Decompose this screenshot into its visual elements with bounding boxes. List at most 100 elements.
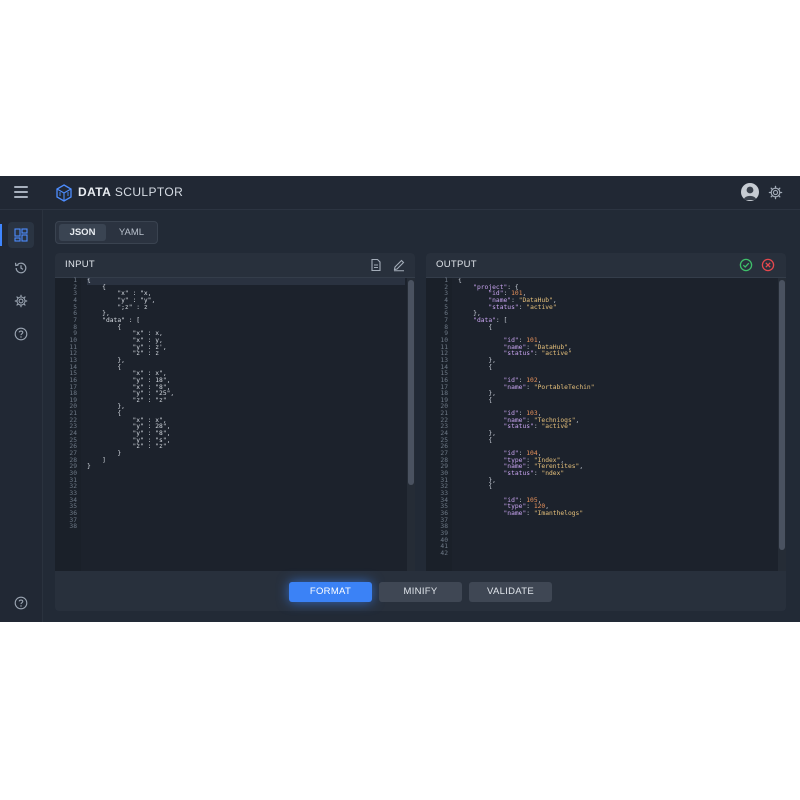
check-circle-icon[interactable] bbox=[739, 258, 753, 272]
action-bar: FORMAT MINIFY VALIDATE bbox=[55, 571, 786, 611]
code-line: { bbox=[87, 278, 405, 285]
minify-button[interactable]: MINIFY bbox=[379, 582, 462, 602]
line-number: 29 bbox=[69, 463, 77, 471]
output-editor[interactable]: 1 2 3 4 5 6 7 8 9 10 11 12 13 14 15 16 17 18 19 20 21 22 23 24 2… bbox=[426, 277, 786, 571]
line-number: 13 bbox=[69, 356, 77, 364]
code-line: "z" : z bbox=[87, 350, 160, 358]
line-number: 28 bbox=[440, 456, 448, 464]
document-icon[interactable] bbox=[369, 258, 383, 272]
line-number: 37 bbox=[69, 516, 77, 524]
line-number: 16 bbox=[440, 376, 448, 384]
line-number: 21 bbox=[440, 410, 448, 418]
rail-item-settings[interactable] bbox=[8, 288, 34, 314]
validate-button[interactable]: VALIDATE bbox=[469, 582, 552, 602]
tab-yaml[interactable]: YAML bbox=[108, 224, 155, 241]
user-avatar-icon[interactable] bbox=[741, 183, 759, 201]
rail-item-help-bottom[interactable] bbox=[8, 590, 34, 616]
input-editor[interactable]: 1 2 3 4 5 6 7 8 9 10 11 12 13 14 15 16 17 18 19 20 21 22 23 24 2… bbox=[55, 277, 415, 571]
line-number: 42 bbox=[440, 549, 448, 557]
line-number: 8 bbox=[444, 323, 448, 331]
line-number: 13 bbox=[440, 356, 448, 364]
output-scroll-thumb[interactable] bbox=[779, 280, 785, 550]
line-number: 3 bbox=[444, 290, 448, 298]
line-number: 33 bbox=[440, 490, 448, 497]
line-number: 5 bbox=[73, 303, 77, 311]
line-number: 14 bbox=[440, 363, 448, 371]
dashboard-icon bbox=[14, 228, 28, 242]
line-number: 11 bbox=[440, 343, 448, 351]
line-number: 22 bbox=[69, 416, 77, 424]
line-number: 38 bbox=[69, 523, 77, 531]
brand-bold: DATA bbox=[78, 185, 112, 199]
line-number: 18 bbox=[440, 390, 448, 398]
line-number: 23 bbox=[440, 423, 448, 431]
code-line: } bbox=[87, 450, 122, 458]
line-number: 4 bbox=[444, 296, 448, 304]
line-number: 20 bbox=[69, 403, 77, 411]
line-number: 14 bbox=[69, 363, 77, 371]
line-number: 29 bbox=[440, 463, 448, 471]
app-brand: DATA SCULPTOR bbox=[78, 185, 183, 199]
hamburger-menu-icon[interactable] bbox=[14, 186, 28, 198]
code-line: "z" : "z" bbox=[87, 396, 167, 404]
input-panel-title: INPUT bbox=[65, 259, 95, 270]
line-number: 17 bbox=[69, 383, 77, 391]
rail-item-history[interactable] bbox=[8, 255, 34, 281]
line-number: 35 bbox=[69, 503, 77, 511]
line-number: 18 bbox=[69, 390, 77, 398]
line-number: 41 bbox=[440, 543, 448, 551]
line-number: 22 bbox=[440, 416, 448, 424]
line-number: 34 bbox=[69, 496, 77, 504]
pencil-icon[interactable] bbox=[392, 258, 406, 272]
format-button[interactable]: FORMAT bbox=[289, 582, 372, 602]
line-number: 9 bbox=[444, 330, 448, 338]
rail-item-help[interactable] bbox=[8, 321, 34, 347]
rail-item-dashboard[interactable] bbox=[0, 222, 34, 248]
line-number: 11 bbox=[69, 343, 77, 351]
line-number: 19 bbox=[440, 396, 448, 404]
line-number: 19 bbox=[69, 396, 77, 404]
code-line: ] bbox=[87, 456, 106, 464]
input-scrollbar[interactable] bbox=[407, 278, 415, 571]
line-number: 12 bbox=[69, 350, 77, 358]
code-line: "data" : [ bbox=[87, 316, 141, 324]
line-number: 12 bbox=[440, 350, 448, 358]
code-line: "z" : "z" bbox=[87, 443, 167, 451]
output-panel-header: OUTPUT bbox=[426, 253, 786, 278]
line-number: 3 bbox=[73, 290, 77, 298]
input-panel-header: INPUT bbox=[55, 253, 415, 278]
top-bar: DATA SCULPTOR bbox=[0, 176, 800, 210]
tab-json[interactable]: JSON bbox=[59, 224, 106, 241]
line-number: 10 bbox=[440, 336, 448, 344]
line-number: 28 bbox=[69, 456, 77, 464]
line-number: 26 bbox=[440, 443, 448, 451]
line-number: 6 bbox=[73, 310, 77, 318]
input-scroll-thumb[interactable] bbox=[408, 280, 414, 485]
app-window: DATA SCULPTOR JSON YAML INPUT 1 2 3 4 5 … bbox=[0, 176, 800, 622]
output-panel: OUTPUT 1 2 3 4 5 6 7 8 9 10 11 12 13 14 15 16 17 18 19 20 21… bbox=[426, 253, 786, 571]
code-line: }, bbox=[87, 403, 125, 411]
gear-icon bbox=[14, 294, 28, 308]
line-number: 21 bbox=[69, 410, 77, 418]
cube-logo-icon bbox=[56, 184, 72, 202]
close-circle-icon[interactable] bbox=[761, 258, 775, 272]
output-scrollbar[interactable] bbox=[778, 278, 786, 571]
output-code[interactable]: { "project": { "id": 101, "name": "DataH… bbox=[458, 278, 776, 571]
line-number: 37 bbox=[440, 516, 448, 524]
line-number: 25 bbox=[440, 436, 448, 444]
line-number: 31 bbox=[69, 476, 77, 484]
line-number: 27 bbox=[69, 450, 77, 458]
format-mode-toggle: JSON YAML bbox=[55, 221, 158, 244]
input-line-numbers: 1 2 3 4 5 6 7 8 9 10 11 12 13 14 15 16 17 18 19 20 21 22 23 24 2… bbox=[55, 277, 81, 571]
input-panel: INPUT 1 2 3 4 5 6 7 8 9 10 11 12 13 14 15 16 17 18 19 20 21 2… bbox=[55, 253, 415, 571]
input-code[interactable]: { { "x" : "x, "y" : "y", ";z" : z }, "da… bbox=[87, 278, 405, 571]
line-number: 31 bbox=[440, 476, 448, 484]
line-number: 30 bbox=[440, 470, 448, 478]
line-number: 33 bbox=[69, 490, 77, 497]
code-line: } bbox=[87, 463, 91, 471]
gear-icon[interactable] bbox=[768, 185, 783, 200]
line-number: 24 bbox=[440, 430, 448, 438]
line-number: 1 bbox=[444, 277, 448, 284]
line-number: 39 bbox=[440, 529, 448, 537]
